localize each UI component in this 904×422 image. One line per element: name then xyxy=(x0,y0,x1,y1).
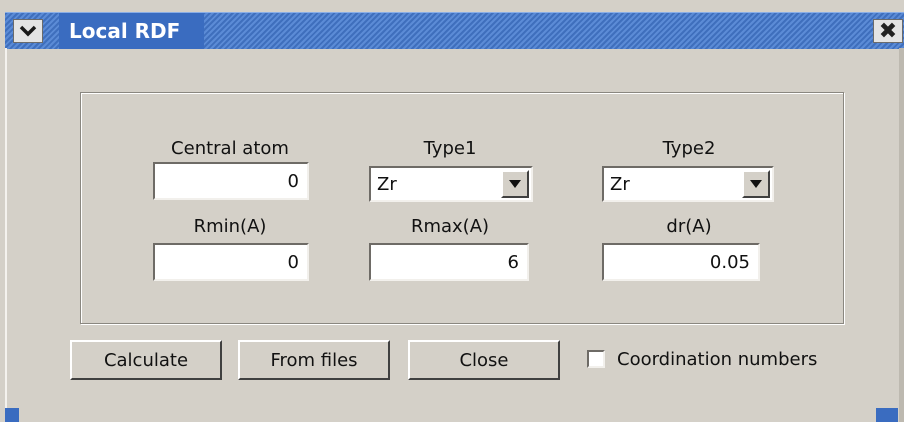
type1-select[interactable]: Zr xyxy=(369,166,533,202)
parameters-group xyxy=(80,92,844,324)
window-title: Local RDF xyxy=(69,19,181,43)
type2-dropdown-button[interactable] xyxy=(742,170,770,198)
central-atom-input[interactable]: 0 xyxy=(153,162,309,200)
window-menu-button[interactable] xyxy=(13,19,43,43)
central-atom-label: Central atom xyxy=(171,138,289,159)
from-files-button-label: From files xyxy=(270,349,358,371)
coordination-numbers-option[interactable]: Coordination numbers xyxy=(587,346,817,372)
calculate-button-label: Calculate xyxy=(103,349,189,371)
close-button[interactable]: Close xyxy=(408,340,560,380)
type1-label: Type1 xyxy=(423,138,477,159)
dropdown-arrow-icon xyxy=(509,180,521,188)
dropdown-arrow-icon xyxy=(750,180,762,188)
rmin-value: 0 xyxy=(287,251,299,273)
local-rdf-window: Local RDF ✖ Central atom Type1 Type2 0 Z… xyxy=(0,0,904,422)
close-icon: ✖ xyxy=(878,18,898,44)
coordination-numbers-checkbox[interactable] xyxy=(587,350,605,368)
type2-label: Type2 xyxy=(662,138,716,159)
dr-label: dr(A) xyxy=(666,216,712,237)
rmin-input[interactable]: 0 xyxy=(153,243,309,281)
window-frame-left xyxy=(5,48,7,422)
dr-input[interactable]: 0.05 xyxy=(602,243,760,281)
from-files-button[interactable]: From files xyxy=(238,340,390,380)
close-button-label: Close xyxy=(459,349,509,371)
type2-select[interactable]: Zr xyxy=(602,166,774,202)
rmax-label: Rmax(A) xyxy=(410,216,490,237)
type1-selected: Zr xyxy=(377,174,397,195)
window-frame-corner-left xyxy=(5,408,19,422)
type1-dropdown-button[interactable] xyxy=(501,170,529,198)
type2-selected: Zr xyxy=(610,174,630,195)
title-bar[interactable]: Local RDF ✖ xyxy=(5,12,904,49)
calculate-button[interactable]: Calculate xyxy=(70,340,222,380)
central-atom-value: 0 xyxy=(287,170,299,192)
coordination-numbers-label: Coordination numbers xyxy=(617,348,818,370)
dr-value: 0.05 xyxy=(709,251,750,273)
window-frame-right xyxy=(899,48,904,422)
window-close-button[interactable]: ✖ xyxy=(873,18,903,44)
rmax-input[interactable]: 6 xyxy=(369,243,529,281)
rmax-value: 6 xyxy=(507,251,519,273)
window-frame-corner-right xyxy=(876,408,898,422)
rmin-label: Rmin(A) xyxy=(193,216,267,237)
chevron-down-icon xyxy=(19,25,37,37)
